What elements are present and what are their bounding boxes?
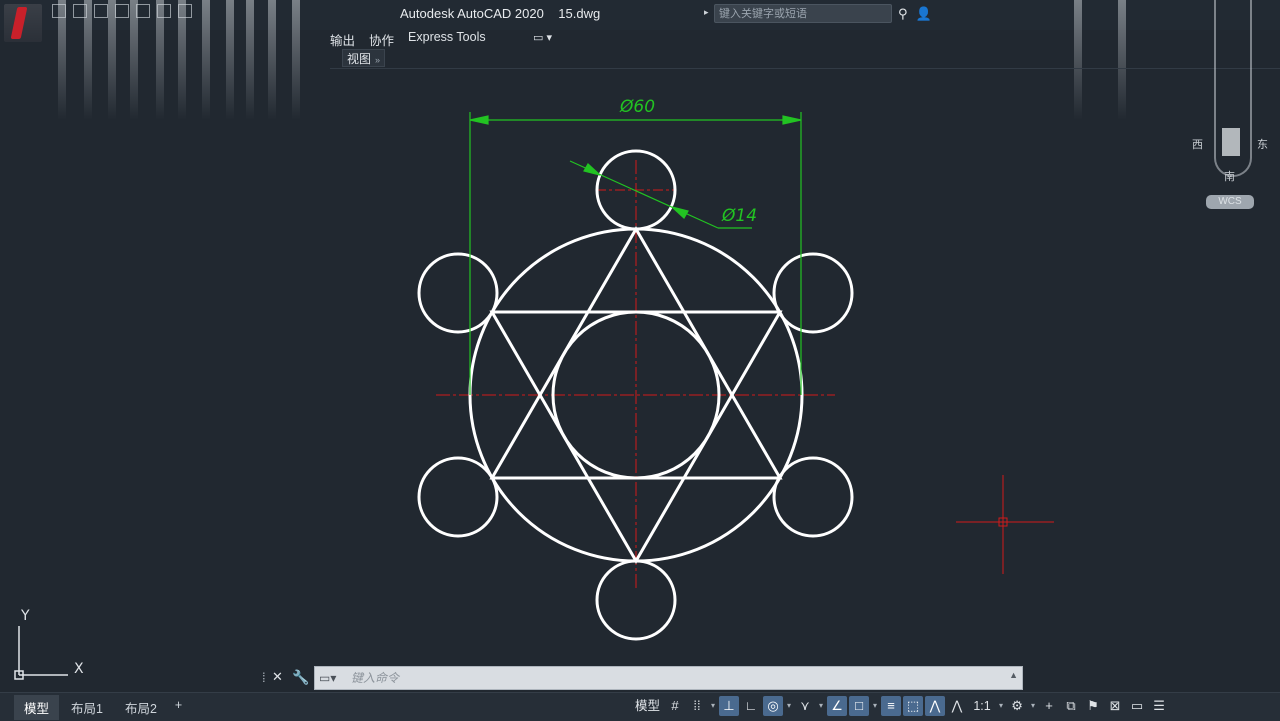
dim-arrow-right bbox=[782, 115, 802, 125]
layout-tabs: 模型 布局1 布局2 + bbox=[14, 695, 188, 720]
viewcube-east[interactable]: 东 bbox=[1257, 136, 1268, 152]
snap-icon[interactable]: ⁞⁞ bbox=[687, 696, 707, 716]
auto-scale-icon[interactable]: ⋀ bbox=[947, 696, 967, 716]
tab-layout1[interactable]: 布局1 bbox=[61, 695, 113, 720]
hardware-acceleration-icon[interactable]: ▭ bbox=[1127, 696, 1147, 716]
dim-text-small: Ø14 bbox=[721, 206, 757, 226]
ucs-x-label: X bbox=[74, 661, 84, 677]
units-icon[interactable]: ⧉ bbox=[1061, 696, 1081, 716]
isodraft-dropdown-icon[interactable]: ▾ bbox=[817, 696, 825, 716]
clean-screen-icon[interactable]: ☰ bbox=[1149, 696, 1169, 716]
quick-properties-icon[interactable]: ⚑ bbox=[1083, 696, 1103, 716]
transparency-icon[interactable]: ⬚ bbox=[903, 696, 924, 716]
viewcube-west[interactable]: 西 bbox=[1192, 136, 1203, 152]
small-circle-top-left bbox=[417, 252, 499, 334]
scale-dropdown-icon[interactable]: ▾ bbox=[997, 696, 1005, 716]
polar-tracking-icon[interactable]: ◎ bbox=[763, 696, 784, 716]
viewcube[interactable]: 西 东 南 WCS bbox=[1190, 0, 1280, 215]
crosshair-cursor-icon bbox=[956, 475, 1054, 574]
dim-arrow-small-2 bbox=[671, 206, 689, 219]
close-command-icon[interactable]: ✕ bbox=[272, 669, 283, 685]
annotation-scale[interactable]: 1:1 bbox=[969, 696, 995, 716]
small-circle-bottom bbox=[595, 559, 677, 641]
isodraft-icon[interactable]: ⋎ bbox=[795, 696, 815, 716]
status-toggles: 模型 # ⁞⁞ ▾ ⊥ ∟ ◎ ▾ ⋎ ▾ ∠ □ ▾ ≡ ⬚ ⋀ ⋀ 1:1 … bbox=[632, 696, 1169, 716]
command-input[interactable]: 键入命令 bbox=[351, 667, 399, 689]
isolate-objects-icon[interactable]: ⊠ bbox=[1105, 696, 1125, 716]
grid-icon[interactable]: # bbox=[665, 696, 685, 716]
dim-arrow-left bbox=[469, 115, 489, 125]
small-circle-bottom-right bbox=[772, 456, 854, 538]
viewcube-face[interactable] bbox=[1222, 128, 1240, 156]
ucs-y-label: Y bbox=[20, 608, 30, 624]
object-snap-tracking-icon[interactable]: ∠ bbox=[827, 696, 848, 716]
command-history-icon[interactable]: ▭▾ bbox=[319, 671, 336, 685]
customize-wrench-icon[interactable]: 🔧 bbox=[292, 669, 309, 686]
model-space-button[interactable]: 模型 bbox=[632, 696, 663, 716]
command-expand-icon[interactable]: ▲ bbox=[1009, 670, 1018, 680]
viewcube-south[interactable]: 南 bbox=[1224, 168, 1235, 184]
wcs-menu[interactable]: WCS bbox=[1206, 195, 1254, 209]
workspace-gear-icon[interactable]: ⚙ bbox=[1007, 696, 1027, 716]
add-layout-icon[interactable]: + bbox=[169, 695, 188, 720]
snap-dropdown-icon[interactable]: ▾ bbox=[709, 696, 717, 716]
status-bar: 模型 布局1 布局2 + 模型 # ⁞⁞ ▾ ⊥ ∟ ◎ ▾ ⋎ ▾ ∠ □ ▾… bbox=[0, 692, 1280, 721]
small-circle-bottom-left bbox=[417, 456, 499, 538]
polar-dropdown-icon[interactable]: ▾ bbox=[785, 696, 793, 716]
annotation-monitor-icon[interactable]: + bbox=[1039, 696, 1059, 716]
drawing-area[interactable]: Ø60 Ø14 Y X bbox=[0, 0, 1280, 720]
dim-text-outer: Ø60 bbox=[619, 97, 655, 117]
annotation-visibility-icon[interactable]: ⋀ bbox=[925, 696, 946, 716]
small-circle-top-right bbox=[772, 252, 854, 334]
lineweight-icon[interactable]: ≡ bbox=[881, 696, 902, 716]
dim-arrow-small-1 bbox=[583, 163, 601, 176]
command-grip-icon[interactable]: ⁞ bbox=[262, 670, 266, 685]
object-snap-icon[interactable]: □ bbox=[849, 696, 870, 716]
workspace-dropdown-icon[interactable]: ▾ bbox=[1029, 696, 1037, 716]
tab-model[interactable]: 模型 bbox=[14, 695, 60, 720]
ortho-icon[interactable]: ∟ bbox=[741, 696, 761, 716]
tab-layout2[interactable]: 布局2 bbox=[115, 695, 167, 720]
infer-constraints-icon[interactable]: ⊥ bbox=[719, 696, 740, 716]
command-line[interactable]: ▭▾ 键入命令 ▲ bbox=[314, 666, 1023, 690]
osnap-dropdown-icon[interactable]: ▾ bbox=[871, 696, 879, 716]
ucs-icon bbox=[14, 626, 68, 680]
